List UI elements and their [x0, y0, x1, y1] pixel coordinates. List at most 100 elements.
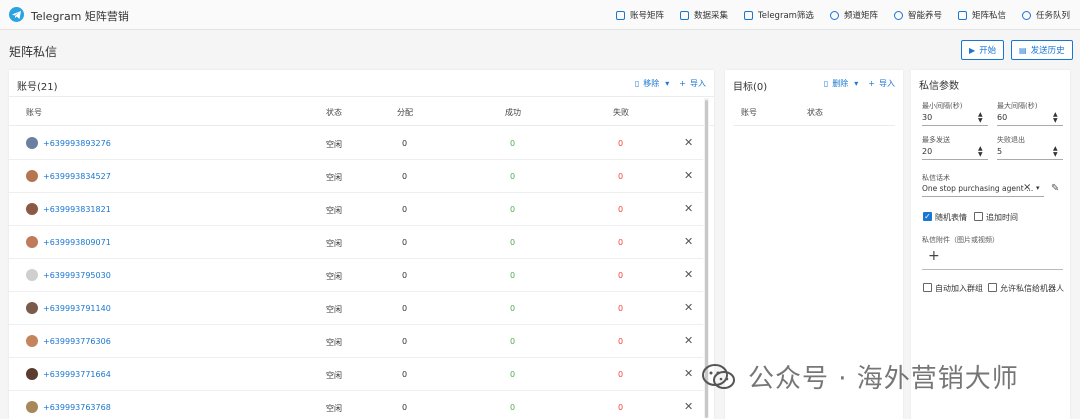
remove-row-icon[interactable]: ✕	[684, 400, 693, 413]
col-account: 账号	[26, 108, 42, 117]
account-status: 空闲	[326, 173, 342, 182]
auto-join-checkbox[interactable]	[923, 283, 932, 292]
remove-row-icon[interactable]: ✕	[684, 136, 693, 149]
add-attachment-icon[interactable]: +	[928, 248, 940, 264]
remove-button[interactable]: ▯ 移除 ▾	[635, 78, 669, 89]
remove-row-icon[interactable]: ✕	[684, 334, 693, 347]
clear-icon[interactable]: ×	[1023, 182, 1031, 193]
table-row[interactable]: +639993834527 空闲 0 0 0 ✕	[9, 160, 703, 193]
account-phone-link[interactable]: +639993763768	[43, 403, 111, 412]
nav-item-telegram-filter[interactable]: Telegram筛选	[743, 9, 814, 21]
table-row[interactable]: +639993776306 空闲 0 0 0 ✕	[9, 325, 703, 358]
attachment-field[interactable]: +	[922, 248, 1063, 270]
account-success: 0	[510, 172, 516, 181]
edit-pencil-icon[interactable]: ✎	[1051, 183, 1059, 194]
avatar	[26, 335, 38, 347]
target-import-button[interactable]: + 导入	[868, 78, 895, 89]
nav-item-smart-nurture[interactable]: 智能养号	[893, 9, 942, 21]
account-success: 0	[510, 139, 516, 148]
col-fail: 失败	[613, 108, 629, 117]
remove-row-icon[interactable]: ✕	[684, 268, 693, 281]
table-row[interactable]: +639993771664 空闲 0 0 0 ✕	[9, 358, 703, 391]
max-send-spinner[interactable]: ▲ ▼	[978, 146, 983, 158]
table-row[interactable]: +639993795030 空闲 0 0 0 ✕	[9, 259, 703, 292]
remove-row-icon[interactable]: ✕	[684, 367, 693, 380]
random-emoji-checkbox[interactable]: ✓	[923, 212, 932, 221]
account-phone-link[interactable]: +639993776306	[43, 337, 111, 346]
nav-item-matrix-dm[interactable]: 矩阵私信	[957, 9, 1006, 21]
max-interval-spinner[interactable]: ▲ ▼	[1053, 112, 1058, 124]
remove-row-icon[interactable]: ✕	[684, 202, 693, 215]
remove-row-icon[interactable]: ✕	[684, 169, 693, 182]
top-bar: Telegram 矩阵营销 账号矩阵 数据采集 Telegram筛选 频道矩阵 …	[0, 0, 1080, 30]
allow-bot-checkbox[interactable]	[988, 283, 997, 292]
targets-panel-header: 目标(0) ▯ 删除 ▾ + 导入	[725, 70, 903, 97]
account-phone-link[interactable]: +639993771664	[43, 370, 111, 379]
account-status: 空闲	[326, 371, 342, 380]
avatar	[26, 368, 38, 380]
account-assigned: 0	[402, 304, 408, 313]
import-button[interactable]: + 导入	[679, 78, 706, 89]
id-card-icon	[615, 10, 625, 20]
account-fail: 0	[618, 370, 624, 379]
account-status: 空闲	[326, 338, 342, 347]
account-assigned: 0	[402, 370, 408, 379]
avatar	[26, 302, 38, 314]
caret-down-icon[interactable]: ▾	[1036, 184, 1040, 192]
send-history-button[interactable]: ▤ 发送历史	[1011, 40, 1073, 60]
remove-row-icon[interactable]: ✕	[684, 235, 693, 248]
remove-row-icon[interactable]: ✕	[684, 301, 693, 314]
accounts-title: 账号(21)	[17, 82, 58, 93]
avatar	[26, 170, 38, 182]
avatar	[26, 401, 38, 413]
account-phone-link[interactable]: +639993831821	[43, 205, 111, 214]
delete-button[interactable]: ▯ 删除 ▾	[824, 78, 858, 89]
script-select[interactable]: One stop purchasing agent ... × ▾	[922, 181, 1044, 197]
add-time-checkbox[interactable]	[974, 212, 983, 221]
account-assigned: 0	[402, 172, 408, 181]
account-success: 0	[510, 271, 516, 280]
auto-join-label: 自动加入群组	[935, 284, 983, 293]
telegram-logo-icon	[9, 7, 24, 22]
account-status: 空闲	[326, 404, 342, 413]
account-phone-link[interactable]: +639993791140	[43, 304, 111, 313]
account-phone-link[interactable]: +639993795030	[43, 271, 111, 280]
nav-item-task-queue[interactable]: 任务队列	[1021, 9, 1070, 21]
col-status: 状态	[326, 108, 342, 117]
targets-title: 目标(0)	[733, 82, 768, 93]
table-row[interactable]: +639993791140 空闲 0 0 0 ✕	[9, 292, 703, 325]
account-assigned: 0	[402, 139, 408, 148]
history-icon: ▤	[1019, 45, 1027, 55]
account-success: 0	[510, 370, 516, 379]
account-phone-link[interactable]: +639993893276	[43, 139, 111, 148]
add-time-label: 追加时间	[986, 213, 1018, 222]
nav-item-data-collection[interactable]: 数据采集	[679, 9, 728, 21]
avatar	[26, 236, 38, 248]
account-assigned: 0	[402, 403, 408, 412]
table-row[interactable]: +639993763768 空闲 0 0 0 ✕	[9, 391, 703, 419]
broadcast-icon	[829, 10, 839, 20]
account-fail: 0	[618, 238, 624, 247]
account-phone-link[interactable]: +639993809071	[43, 238, 111, 247]
account-status: 空闲	[326, 239, 342, 248]
watermark-text: 公众号 · 海外营销大师	[748, 364, 1019, 394]
fail-exit-spinner[interactable]: ▲ ▼	[1053, 146, 1058, 158]
account-success: 0	[510, 337, 516, 346]
attachment-label: 私信附件（图片或视频）	[922, 236, 999, 244]
nav-item-account-matrix[interactable]: 账号矩阵	[615, 9, 664, 21]
min-interval-spinner[interactable]: ▲ ▼	[978, 112, 983, 124]
account-phone-link[interactable]: +639993834527	[43, 172, 111, 181]
table-row[interactable]: +639993893276 空闲 0 0 0 ✕	[9, 127, 703, 160]
caret-down-icon: ▾	[665, 79, 670, 88]
col-assigned: 分配	[397, 108, 413, 117]
account-fail: 0	[618, 271, 624, 280]
table-row[interactable]: +639993809071 空闲 0 0 0 ✕	[9, 226, 703, 259]
account-assigned: 0	[402, 205, 408, 214]
random-emoji-label: 随机表情	[935, 213, 967, 222]
nav-item-channel-matrix[interactable]: 频道矩阵	[829, 9, 878, 21]
table-row[interactable]: +639993831821 空闲 0 0 0 ✕	[9, 193, 703, 226]
account-status: 空闲	[326, 305, 342, 314]
col-target-account: 账号	[741, 108, 757, 117]
start-button[interactable]: ▶ 开始	[961, 40, 1005, 60]
account-fail: 0	[618, 139, 624, 148]
